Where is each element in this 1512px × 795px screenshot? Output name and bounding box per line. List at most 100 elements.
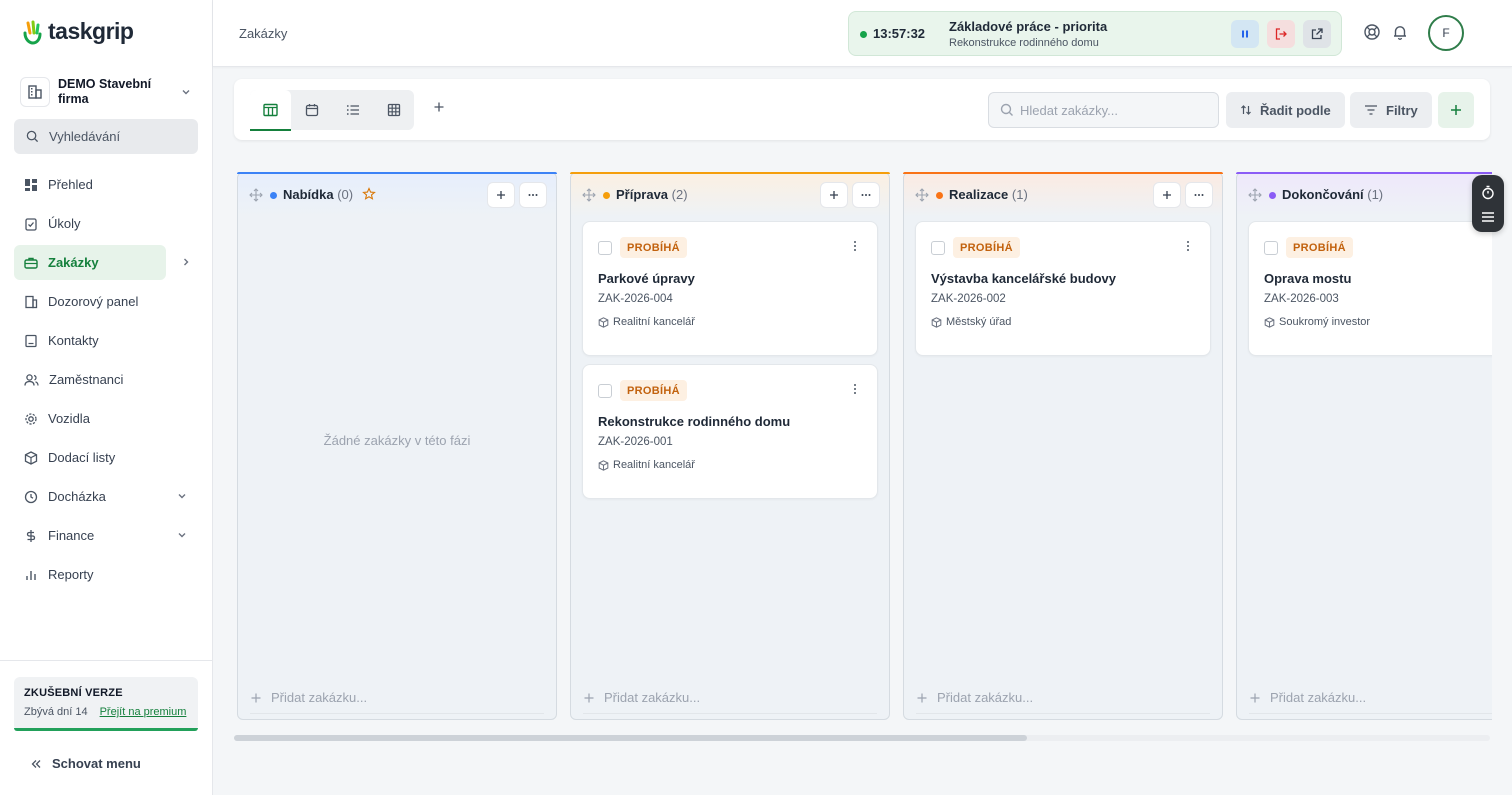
timer-pause-button[interactable] — [1231, 20, 1259, 48]
briefcase-icon — [24, 257, 38, 269]
logo[interactable]: taskgrip — [20, 18, 134, 45]
column-add-button[interactable] — [820, 182, 848, 208]
column-add-job[interactable]: Přidat zakázku... — [250, 690, 367, 705]
card-checkbox[interactable] — [1264, 241, 1278, 255]
column-add-job-label: Přidat zakázku... — [937, 690, 1034, 705]
column-count: (2) — [671, 187, 688, 202]
drag-handle-icon[interactable] — [582, 188, 596, 202]
sidebar-item-finance[interactable]: Finance — [14, 518, 198, 553]
sidebar: taskgrip DEMO Stavební firma Vyhledávání… — [0, 0, 213, 795]
timer-stop-button[interactable] — [1267, 20, 1295, 48]
package-icon — [1264, 316, 1275, 328]
view-kanban-button[interactable] — [250, 90, 291, 131]
add-job-button[interactable] — [1438, 92, 1474, 128]
calendar-icon — [305, 104, 318, 117]
star-icon[interactable] — [362, 187, 376, 201]
sidebar-item-dozorovy-panel[interactable]: Dozorový panel — [14, 284, 198, 319]
drag-handle-icon[interactable] — [915, 188, 929, 202]
column-color-dot — [1269, 192, 1276, 199]
card-title: Parkové úpravy — [598, 271, 695, 286]
card-title: Oprava mostu — [1264, 271, 1352, 286]
column-accent — [903, 172, 1223, 174]
sidebar-item-prehled[interactable]: Přehled — [14, 167, 198, 202]
user-avatar[interactable]: F — [1428, 15, 1464, 51]
column-more-button[interactable] — [1185, 182, 1213, 208]
sidebar-item-label: Vozidla — [48, 411, 90, 426]
chevron-down-icon[interactable] — [176, 490, 188, 502]
sidebar-item-ukoly[interactable]: Úkoly — [14, 206, 198, 241]
job-card[interactable]: PROBÍHÁ Rekonstrukce rodinného domu ZAK-… — [582, 364, 878, 499]
timer-time: 13:57:32 — [873, 26, 926, 41]
sidebar-item-label: Přehled — [48, 177, 93, 192]
more-vertical-icon[interactable] — [853, 240, 857, 252]
floating-timer-widget[interactable] — [1472, 175, 1504, 232]
stopwatch-icon[interactable] — [1481, 185, 1495, 200]
chevron-right-icon[interactable] — [180, 256, 192, 268]
filter-button[interactable]: Filtry — [1350, 92, 1432, 128]
sidebar-divider — [0, 660, 212, 661]
active-timer[interactable]: 13:57:32 Základové práce - priorita Reko… — [848, 11, 1342, 56]
drag-handle-icon[interactable] — [249, 188, 263, 202]
bell-icon[interactable] — [1390, 22, 1410, 42]
more-vertical-icon[interactable] — [853, 383, 857, 395]
card-checkbox[interactable] — [598, 241, 612, 255]
column-add-job[interactable]: Přidat zakázku... — [916, 690, 1033, 705]
scrollbar-thumb[interactable] — [234, 735, 1027, 741]
column-more-button[interactable] — [519, 182, 547, 208]
card-checkbox[interactable] — [931, 241, 945, 255]
column-add-button[interactable] — [1153, 182, 1181, 208]
sidebar-item-dochazka[interactable]: Docházka — [14, 479, 198, 514]
sidebar-item-zakazky[interactable]: Zakázky — [14, 245, 189, 280]
column-add-job[interactable]: Přidat zakázku... — [1249, 690, 1366, 705]
card-checkbox[interactable] — [598, 384, 612, 398]
view-list-button[interactable] — [332, 90, 373, 130]
sidebar-item-zamestnanci[interactable]: Zaměstnanci — [14, 362, 198, 397]
logo-text: taskgrip — [48, 18, 134, 44]
bar-chart-icon — [26, 570, 36, 580]
menu-icon[interactable] — [1481, 211, 1495, 223]
drag-handle-icon[interactable] — [1248, 188, 1262, 202]
column-add-button[interactable] — [487, 182, 515, 208]
sidebar-item-kontakty[interactable]: Kontakty — [14, 323, 198, 358]
sidebar-item-dodaci-listy[interactable]: Dodací listy — [14, 440, 198, 475]
job-card[interactable]: PROBÍHÁ Oprava mostu ZAK-2026-003 Soukro… — [1248, 221, 1492, 356]
column-footer-divider — [250, 713, 544, 714]
job-search-input[interactable] — [1020, 102, 1210, 118]
plus-icon — [584, 693, 594, 702]
clipboard-check-icon — [25, 217, 37, 231]
plus-icon — [1451, 105, 1461, 115]
hide-menu-button[interactable]: Schovat menu — [30, 756, 141, 771]
premium-link[interactable]: Přejít na premium — [100, 706, 187, 718]
card-client: Realitní kancelář — [598, 316, 695, 328]
building-icon — [20, 77, 50, 107]
help-icon[interactable] — [1362, 22, 1382, 42]
view-table-button[interactable] — [373, 90, 414, 130]
add-view-button[interactable] — [432, 100, 446, 117]
sidebar-search[interactable]: Vyhledávání — [14, 119, 198, 154]
logout-icon — [1275, 28, 1287, 40]
timer-status-dot — [860, 31, 867, 38]
view-calendar-button[interactable] — [291, 90, 332, 130]
chevron-down-icon[interactable] — [176, 529, 188, 541]
horizontal-scrollbar[interactable] — [234, 735, 1490, 741]
sidebar-item-label: Dodací listy — [48, 450, 116, 465]
more-vertical-icon[interactable] — [1186, 240, 1190, 252]
column-dokoncovani: Dokončování (1) PROBÍHÁ Oprava mostu ZAK… — [1236, 172, 1492, 720]
job-card[interactable]: PROBÍHÁ Výstavba kancelářské budovy ZAK-… — [915, 221, 1211, 356]
sidebar-item-reporty[interactable]: Reporty — [14, 557, 198, 592]
sidebar-item-label: Zaměstnanci — [49, 372, 124, 387]
trial-title: ZKUŠEBNÍ VERZE — [24, 687, 123, 699]
job-card[interactable]: PROBÍHÁ Parkové úpravy ZAK-2026-004 Real… — [582, 221, 878, 356]
column-more-button[interactable] — [852, 182, 880, 208]
column-color-dot — [270, 192, 277, 199]
sidebar-item-label: Docházka — [48, 489, 106, 504]
sidebar-item-label: Dozorový panel — [48, 294, 139, 309]
sort-button[interactable]: Řadit podle — [1226, 92, 1345, 128]
timer-open-button[interactable] — [1303, 20, 1331, 48]
company-switcher[interactable]: DEMO Stavební firma — [14, 72, 200, 112]
sidebar-item-vozidla[interactable]: Vozidla — [14, 401, 198, 436]
sidebar-nav: Přehled Úkoly Zakázky Dozorový panel Kon… — [14, 167, 198, 596]
plus-icon — [434, 102, 444, 112]
column-add-job[interactable]: Přidat zakázku... — [583, 690, 700, 705]
column-count: (0) — [337, 187, 354, 202]
